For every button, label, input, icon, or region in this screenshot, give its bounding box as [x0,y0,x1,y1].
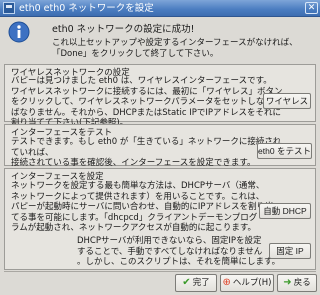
wireless-button[interactable]: ワイヤレス [263,93,311,109]
done-label: 完了 [192,278,210,288]
configure-section: インターフェースを設定 ネットワークを設定する最も簡単な方法は、DHCPサーバ（… [4,168,316,270]
wireless-section: ワイヤレスネットワークの設定 バピーは見つけました eth0 は、ワイヤレスイン… [4,64,316,128]
back-button[interactable]: ➜ 戻る [277,274,317,292]
help-button[interactable]: ⊕ ヘルプ(H) [220,274,274,292]
lifebuoy-icon: ⊕ [222,277,231,288]
done-button[interactable]: ✔ 完了 [175,274,217,292]
window-title: eth0 eth0 ネットワークを設定 [19,3,154,14]
test-section: インターフェースをテスト テストできます。もし eth0 が「生きている」ネット… [4,124,316,168]
back-label: 戻る [293,278,311,288]
arrow-left-icon: ➜ [283,277,292,288]
close-icon[interactable]: ✕ [305,2,318,14]
success-message: eth0 ネットワークの設定に成功! [52,24,195,35]
window-titlebar[interactable]: eth0 eth0 ネットワークを設定 ✕ [0,0,320,17]
help-label: ヘルプ(H) [232,278,272,288]
static-ip-button[interactable]: 固定 IP [269,243,311,259]
header: eth0 ネットワークの設定に成功! これ以上セットアップや設定するインターフェ… [0,17,320,63]
dhcp-button[interactable]: 自動 DHCP [259,203,311,219]
check-icon: ✔ [182,277,191,288]
configure-text: ネットワークを設定する最も簡単な方法は、DHCPサーバ（通常、 ネットワークによ… [11,181,274,233]
info-icon [8,21,30,43]
test-text: テストできます。もし eth0 が「生きている」ネットワークに接続され ていれば… [11,137,282,168]
instructions: これ以上セットアップや設定するインターフェースがなければ、 「Done」をクリッ… [52,38,298,59]
static-ip-text: DHCPサーバが利用できないなら、固定IPを設定 することで、手動ですべてしなけ… [77,236,281,267]
test-interface-button[interactable]: eth0 をテスト [257,143,312,159]
wireless-text: バピーは見つけました eth0 は、ワイヤレスインターフェースです。 ワイヤレス… [11,76,283,128]
network-icon [3,2,15,14]
footer-separator [4,271,316,272]
